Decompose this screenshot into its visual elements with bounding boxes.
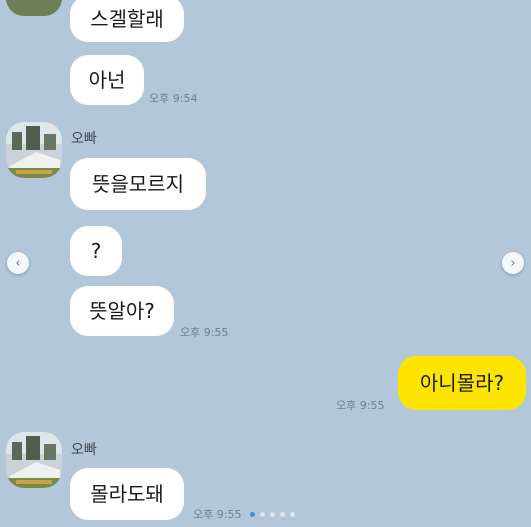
message-time: 오후 9:55 xyxy=(193,508,242,521)
message-bubble[interactable]: 뜻을모르지 xyxy=(70,158,206,210)
avatar-image xyxy=(6,122,62,178)
message-bubble[interactable]: 아넌 xyxy=(70,55,144,105)
message-bubble[interactable]: 뜻알아? xyxy=(70,286,174,336)
message-time: 오후 9:54 xyxy=(149,92,198,105)
message-bubble[interactable]: 몰라도돼 xyxy=(70,468,184,520)
carousel-dot[interactable] xyxy=(290,512,295,517)
message-bubble[interactable]: 아니몰라? xyxy=(398,356,526,410)
sender-name: 오빠 xyxy=(71,442,97,458)
avatar[interactable] xyxy=(6,0,62,16)
carousel-dot[interactable] xyxy=(270,512,275,517)
message-time: 오후 9:55 xyxy=(180,326,229,339)
sender-name: 오빠 xyxy=(71,131,97,147)
message-bubble[interactable]: ? xyxy=(70,226,122,276)
avatar-image xyxy=(6,432,62,488)
chat-area: 스겔할래 아넌 오후 9:54 오빠 뜻을모르지 ? 뜻알아? 오후 9:55 … xyxy=(0,0,531,527)
carousel-dot[interactable] xyxy=(250,512,255,517)
avatar[interactable] xyxy=(6,122,62,178)
avatar[interactable] xyxy=(6,432,62,488)
avatar-image xyxy=(6,0,62,16)
chevron-right-icon[interactable]: › xyxy=(502,252,524,274)
carousel-indicator xyxy=(250,512,295,517)
message-time: 오후 9:55 xyxy=(336,399,385,412)
carousel-dot[interactable] xyxy=(280,512,285,517)
chevron-left-icon[interactable]: ‹ xyxy=(7,252,29,274)
carousel-dot[interactable] xyxy=(260,512,265,517)
message-bubble[interactable]: 스겔할래 xyxy=(70,0,184,42)
